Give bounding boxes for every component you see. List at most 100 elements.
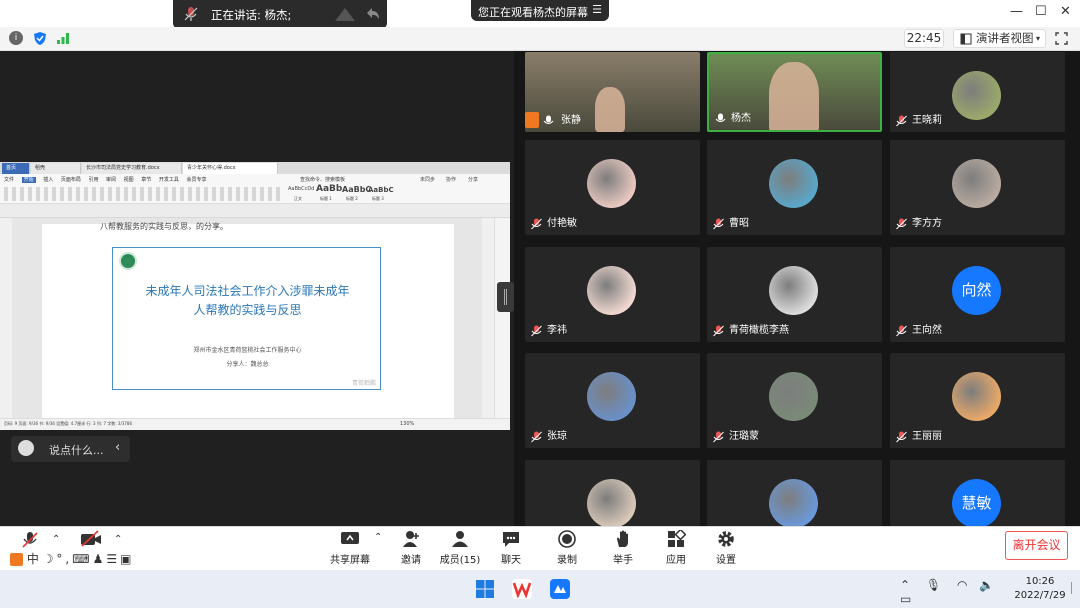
- participant-tile[interactable]: 曹昭: [707, 140, 882, 235]
- menu-file[interactable]: 文件: [4, 177, 14, 183]
- info-icon[interactable]: i: [9, 31, 23, 45]
- shield-icon[interactable]: [33, 31, 47, 46]
- style-h3[interactable]: AaBbC: [368, 186, 394, 194]
- watching-banner[interactable]: 您正在观看杨杰的屏幕 ☰: [471, 0, 609, 21]
- chat-button[interactable]: 聊天: [488, 528, 534, 568]
- menu-review[interactable]: 审阅: [106, 177, 116, 183]
- chevron-left-icon[interactable]: ‹: [115, 440, 120, 455]
- menu-layout[interactable]: 页面布局: [61, 177, 81, 183]
- participant-name: 青荷橄榄李燕: [713, 324, 789, 338]
- participant-tile[interactable]: 向然 王向然: [890, 247, 1065, 342]
- doc-status-bar: 页码: 9 页面: 9/36 节: 9/36 设置值: 4.7厘米 行: 3 列…: [0, 418, 510, 430]
- leave-meeting-button[interactable]: 离开会议: [1005, 531, 1068, 560]
- tray-expand-icon[interactable]: ⌃: [900, 578, 910, 592]
- fullscreen-icon[interactable]: [1055, 32, 1068, 45]
- maximize-button[interactable]: ☐: [1035, 4, 1047, 19]
- taskbar-clock[interactable]: 10:26 2022/7/29: [1010, 575, 1070, 603]
- undo-icon[interactable]: [363, 5, 381, 23]
- participant-tile[interactable]: 李祎: [525, 247, 700, 342]
- microphone-tray-icon[interactable]: 🎙: [926, 578, 941, 592]
- right-sidebar: [494, 218, 510, 418]
- mic-muted-icon: [531, 218, 542, 230]
- wps-app-icon[interactable]: [511, 578, 533, 600]
- style-h2[interactable]: AaBbC: [342, 185, 371, 194]
- ribbon-unsynced[interactable]: 未同步: [420, 176, 435, 183]
- menu-insert[interactable]: 插入: [43, 177, 53, 183]
- participant-avatar: [587, 159, 636, 208]
- doc-tab-daoke[interactable]: 稻壳: [31, 163, 81, 174]
- ribbon-search[interactable]: 查找命令、搜索模板: [300, 176, 345, 183]
- ime-logo-icon[interactable]: [10, 553, 23, 566]
- share-options-chevron-icon[interactable]: ⌃: [374, 532, 382, 543]
- participant-tile[interactable]: 李方方: [890, 140, 1065, 235]
- menu-home[interactable]: 开始: [21, 177, 36, 183]
- settings-label: 设置: [716, 555, 736, 566]
- close-button[interactable]: ✕: [1060, 4, 1071, 19]
- menu-view[interactable]: 视图: [124, 177, 134, 183]
- ribbon-share[interactable]: 分享: [468, 176, 478, 183]
- ime-tools-icon[interactable]: ☽°,⌨♟☰▣: [43, 552, 135, 566]
- mic-control[interactable]: [20, 530, 40, 550]
- doc-tab-2[interactable]: 青少年关怀心得.docx: [183, 163, 278, 174]
- menu-section[interactable]: 章节: [141, 177, 151, 183]
- participant-tile[interactable]: 汪璐蒙: [707, 353, 882, 448]
- invite-button[interactable]: 邀请: [388, 528, 434, 568]
- ribbon-collab[interactable]: 协作: [446, 176, 456, 183]
- participant-name: 王丽丽: [896, 430, 942, 444]
- participant-tile[interactable]: 张琼: [525, 353, 700, 448]
- doc-zoom[interactable]: 130%: [400, 421, 414, 427]
- mic-options-chevron-icon[interactable]: ⌃: [52, 534, 60, 545]
- view-mode-button[interactable]: 演讲者视图 ▾: [953, 29, 1046, 48]
- raise-hand-button[interactable]: 举手: [600, 528, 646, 568]
- participant-initials-avatar: 慧敏: [952, 479, 1001, 526]
- settings-button[interactable]: 设置: [703, 528, 749, 568]
- volume-icon[interactable]: 🔈: [979, 578, 994, 592]
- style-normal[interactable]: AaBbCcDd: [288, 186, 314, 192]
- doc-status-left: 页码: 9 页面: 9/36 节: 9/36 设置值: 4.7厘米 行: 3 列…: [4, 421, 132, 426]
- participant-tile[interactable]: 慧敏: [890, 460, 1065, 526]
- participant-tile[interactable]: 青荷橄榄李燕: [707, 247, 882, 342]
- apps-button[interactable]: 应用: [653, 528, 699, 568]
- participant-name-label: 张静: [561, 115, 581, 126]
- participant-tile[interactable]: 张静: [525, 52, 700, 132]
- style-normal-name: 正文: [294, 196, 302, 201]
- participant-tile[interactable]: 付艳敏: [525, 140, 700, 235]
- style-h1[interactable]: AaBb: [316, 184, 342, 194]
- participant-tile[interactable]: [707, 460, 882, 526]
- panel-splitter[interactable]: [497, 282, 514, 312]
- meeting-app-icon[interactable]: [549, 578, 571, 600]
- minimize-button[interactable]: —: [1010, 4, 1023, 19]
- slide-title-line2: 人帮教的实践与反思: [193, 303, 302, 317]
- ime-mode-label[interactable]: 中: [27, 552, 39, 566]
- chat-input-bar[interactable]: 说点什么... ‹: [11, 436, 130, 462]
- camera-control[interactable]: [80, 530, 102, 550]
- annotation-tools-icon[interactable]: [333, 5, 357, 23]
- notification-icon[interactable]: [1071, 582, 1077, 594]
- doc-tab-home[interactable]: 首页: [2, 163, 30, 174]
- members-button[interactable]: 成员(15): [437, 528, 483, 568]
- battery-icon[interactable]: ▭: [900, 592, 911, 606]
- smiley-icon[interactable]: [18, 440, 34, 456]
- ruler: [0, 204, 510, 218]
- record-button[interactable]: 录制: [544, 528, 590, 568]
- menu-dev[interactable]: 开发工具: [159, 177, 179, 183]
- participant-tile[interactable]: 王丽丽: [890, 353, 1065, 448]
- participant-name-label: 张琼: [547, 431, 567, 442]
- participant-tile[interactable]: [525, 460, 700, 526]
- mic-muted-icon: [22, 532, 38, 548]
- participant-avatar: [769, 372, 818, 421]
- share-screen-button[interactable]: 共享屏幕: [327, 528, 373, 568]
- speaking-indicator: 正在讲话: 杨杰;: [173, 0, 387, 29]
- menu-reference[interactable]: 引用: [88, 177, 98, 183]
- windows-start-icon[interactable]: [475, 579, 495, 599]
- participant-tile[interactable]: 杨杰: [707, 52, 882, 132]
- camera-off-icon: [81, 530, 101, 547]
- menu-icon[interactable]: ☰: [592, 3, 602, 16]
- wifi-icon[interactable]: ◠: [957, 578, 967, 592]
- share-screen-icon: [341, 532, 359, 544]
- camera-options-chevron-icon[interactable]: ⌃: [114, 534, 122, 545]
- signal-icon[interactable]: [56, 32, 70, 44]
- doc-tab-1[interactable]: 长沙市司法局党史学习教育.docx: [82, 163, 182, 174]
- participant-tile[interactable]: 王晓莉: [890, 52, 1065, 132]
- menu-vip[interactable]: 会员专享: [186, 177, 206, 183]
